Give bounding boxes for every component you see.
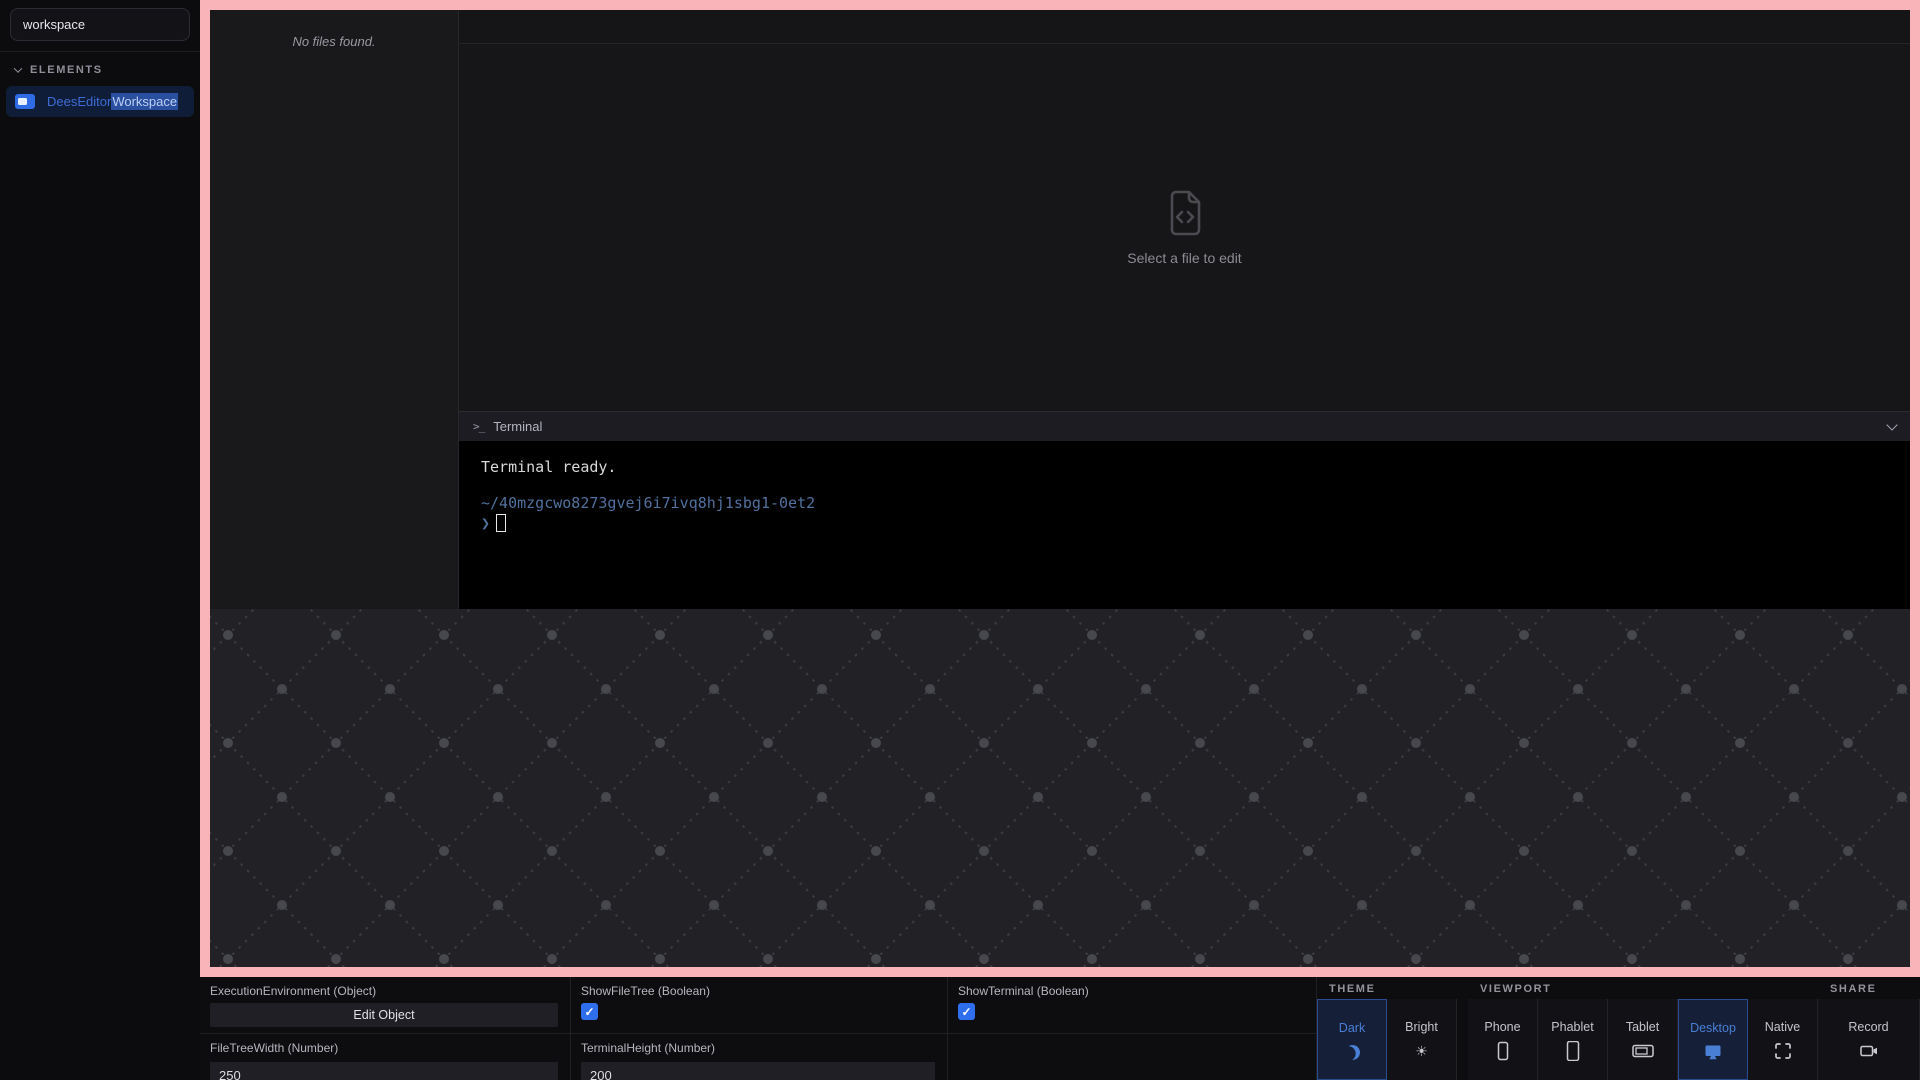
theme-option-dark[interactable]: Dark — [1317, 999, 1387, 1080]
option-label: Phablet — [1551, 1020, 1593, 1034]
terminal-ready-line: Terminal ready. — [481, 458, 1910, 476]
show-terminal-checkbox[interactable]: ✓ — [958, 1003, 975, 1020]
option-label: Native — [1765, 1020, 1800, 1034]
theme-section-header: THEME — [1317, 977, 1457, 999]
prop-show-file-tree: ShowFileTree (Boolean) ✓ — [571, 977, 948, 1034]
option-label: Tablet — [1626, 1020, 1659, 1034]
viewport-option-phone[interactable]: Phone — [1468, 999, 1538, 1080]
chevron-down-icon — [14, 64, 22, 72]
elements-header-label: ELEMENTS — [30, 64, 103, 76]
native-fullscreen-icon — [1773, 1041, 1793, 1061]
prop-label: ExecutionEnvironment (Object) — [200, 984, 570, 1003]
prop-show-terminal: ShowTerminal (Boolean) ✓ — [948, 977, 1317, 1034]
file-tree-empty-message: No files found. — [210, 34, 458, 49]
prop-label: ShowFileTree (Boolean) — [571, 984, 947, 1003]
prop-label: TerminalHeight (Number) — [571, 1041, 947, 1060]
viewport-background-pattern — [210, 609, 1910, 967]
sidebar-search-wrap — [0, 0, 200, 52]
moon-icon — [1343, 1043, 1361, 1061]
sidebar-item-dees-editor-workspace[interactable]: DeesEditorWorkspace — [6, 86, 194, 117]
toolbar-sections: THEME Dark Bright ☀ VIEWPORT Phone — [1317, 977, 1920, 1080]
editor-tab-bar — [459, 10, 1910, 44]
viewport-frame: No files found. Select a file to edit — [200, 0, 1920, 977]
check-icon: ✓ — [584, 1005, 594, 1019]
terminal-blank-line — [481, 476, 1910, 494]
check-icon: ✓ — [961, 1005, 971, 1019]
option-label: Desktop — [1690, 1021, 1736, 1035]
viewport-option-phablet[interactable]: Phablet — [1538, 999, 1608, 1080]
search-input[interactable] — [10, 8, 190, 41]
option-label: Record — [1848, 1020, 1888, 1034]
edit-object-button[interactable]: Edit Object — [210, 1003, 558, 1027]
web-component-icon — [15, 94, 35, 109]
properties-grid: ExecutionEnvironment (Object) Edit Objec… — [200, 977, 1317, 1080]
component-preview-stage: No files found. Select a file to edit — [200, 0, 1920, 977]
viewport-option-desktop[interactable]: Desktop — [1678, 999, 1748, 1080]
phone-icon — [1493, 1041, 1513, 1061]
terminal-height-input[interactable] — [581, 1062, 935, 1080]
search-match-highlight: Workspace — [111, 93, 178, 110]
terminal-header[interactable]: >_ Terminal — [459, 411, 1910, 441]
terminal-prompt-icon: >_ — [473, 420, 484, 433]
element-catalog-sidebar: ELEMENTS DeesEditorWorkspace — [0, 0, 200, 1080]
terminal-output[interactable]: Terminal ready. ~/40mzgcwo8273gvej6i7ivq… — [459, 441, 1910, 609]
file-code-icon — [1167, 189, 1203, 237]
share-section: SHARE Record — [1818, 977, 1920, 1080]
desktop-icon — [1703, 1042, 1723, 1062]
viewport-option-native[interactable]: Native — [1748, 999, 1818, 1080]
phablet-icon — [1563, 1041, 1583, 1061]
terminal-cursor — [496, 514, 506, 532]
prop-label: FileTreeWidth (Number) — [200, 1041, 570, 1060]
prop-empty-cell — [948, 1034, 1317, 1080]
show-file-tree-checkbox[interactable]: ✓ — [581, 1003, 598, 1020]
terminal-title: Terminal — [493, 419, 542, 434]
option-label: Bright — [1405, 1020, 1438, 1034]
viewport-option-tablet[interactable]: Tablet — [1608, 999, 1678, 1080]
prop-execution-environment: ExecutionEnvironment (Object) Edit Objec… — [200, 977, 571, 1034]
viewport-section: VIEWPORT Phone Phablet — [1468, 977, 1818, 1080]
terminal-prompt-line: ❯ — [481, 514, 1910, 532]
share-option-record[interactable]: Record — [1818, 999, 1920, 1080]
sun-icon: ☀ — [1415, 1044, 1428, 1058]
properties-panel: ExecutionEnvironment (Object) Edit Objec… — [200, 977, 1920, 1080]
viewport-section-header: VIEWPORT — [1468, 977, 1818, 999]
dees-editor-workspace: No files found. Select a file to edit — [210, 10, 1910, 609]
prop-file-tree-width: FileTreeWidth (Number) — [200, 1034, 571, 1080]
file-tree-panel: No files found. — [210, 10, 459, 609]
prompt-char: ❯ — [481, 514, 490, 532]
tablet-icon — [1632, 1041, 1654, 1061]
editor-empty-state: Select a file to edit — [459, 44, 1910, 411]
editor-column: Select a file to edit >_ Terminal Termin… — [459, 10, 1910, 609]
theme-option-bright[interactable]: Bright ☀ — [1387, 999, 1457, 1080]
theme-section: THEME Dark Bright ☀ — [1317, 977, 1457, 1080]
prop-terminal-height: TerminalHeight (Number) — [571, 1034, 948, 1080]
chevron-down-icon[interactable] — [1886, 419, 1897, 430]
editor-placeholder-text: Select a file to edit — [1127, 250, 1241, 266]
prop-label: ShowTerminal (Boolean) — [948, 984, 1316, 1003]
elements-section-header[interactable]: ELEMENTS — [0, 52, 200, 86]
terminal-cwd-line: ~/40mzgcwo8273gvej6i7ivq8hj1sbg1-0et2 — [481, 494, 1910, 512]
file-tree-width-input[interactable] — [210, 1062, 558, 1080]
option-label: Dark — [1339, 1021, 1365, 1035]
record-video-icon — [1858, 1041, 1880, 1061]
option-label: Phone — [1484, 1020, 1520, 1034]
element-item-label: DeesEditorWorkspace — [47, 94, 178, 109]
share-section-header: SHARE — [1818, 977, 1920, 999]
